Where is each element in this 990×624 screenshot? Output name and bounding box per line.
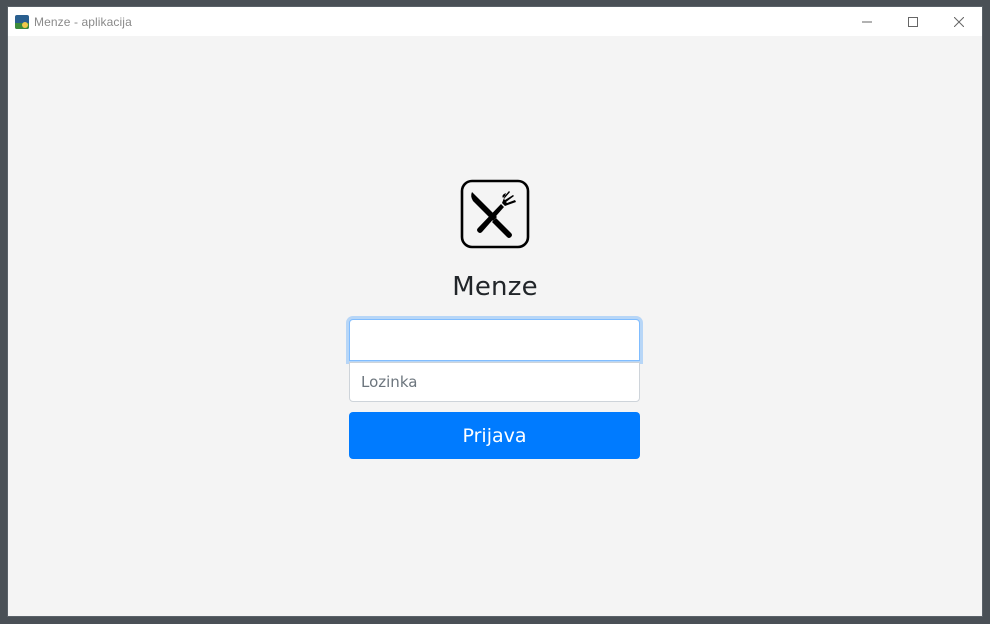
app-window: Menze - aplikacija Menze Lozinka Prijava [7,6,983,617]
password-input[interactable]: Lozinka [349,362,640,402]
maximize-button[interactable] [890,7,936,36]
close-button[interactable] [936,7,982,36]
fork-knife-icon [460,179,530,249]
page-title: Menze [452,272,538,302]
title-bar[interactable]: Menze - aplikacija [8,7,982,36]
maximize-icon [908,16,918,27]
python-app-icon [15,14,29,29]
password-placeholder: Lozinka [361,373,418,391]
login-panel: Menze Lozinka Prijava [8,36,982,618]
window-controls [844,7,982,36]
close-icon [954,16,964,27]
window-title: Menze - aplikacija [34,14,132,29]
minimize-button[interactable] [844,7,890,36]
login-button[interactable]: Prijava [349,412,640,459]
username-input[interactable] [349,319,640,361]
login-button-label: Prijava [462,424,527,447]
minimize-icon [862,21,872,22]
